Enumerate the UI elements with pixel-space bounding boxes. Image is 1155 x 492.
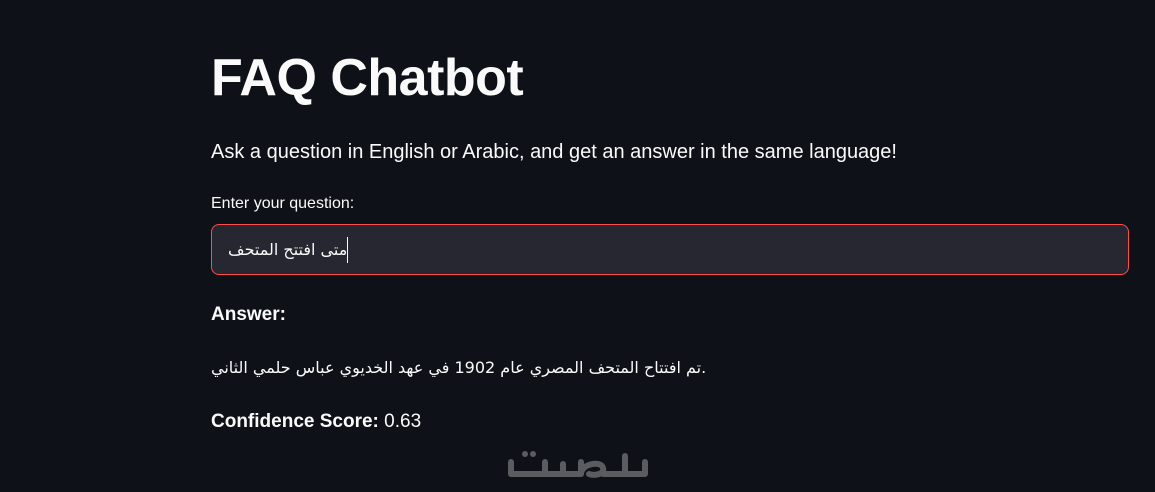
app-root: FAQ Chatbot Ask a question in English or… xyxy=(0,0,1155,492)
page-title: FAQ Chatbot xyxy=(211,49,524,107)
confidence-score-value: 0.63 xyxy=(384,411,422,432)
text-caret xyxy=(347,236,349,263)
question-input-label: Enter your question: xyxy=(211,195,355,212)
confidence-score-label: Confidence Score: xyxy=(211,411,379,432)
khamsat-watermark-logo xyxy=(505,446,650,486)
question-input-value: متى افتتح المتحف xyxy=(228,240,348,259)
question-input-content: متى افتتح المتحف xyxy=(228,225,350,274)
answer-heading: Answer: xyxy=(211,304,286,325)
watermark-logo-icon xyxy=(508,451,648,478)
answer-text: تم افتتاح المتحف المصري عام 1902 في عهد … xyxy=(211,358,707,377)
confidence-score: Confidence Score: 0.63 xyxy=(211,409,421,435)
question-input[interactable]: متى افتتح المتحف xyxy=(211,224,1129,275)
page-subtitle: Ask a question in English or Arabic, and… xyxy=(211,141,897,163)
